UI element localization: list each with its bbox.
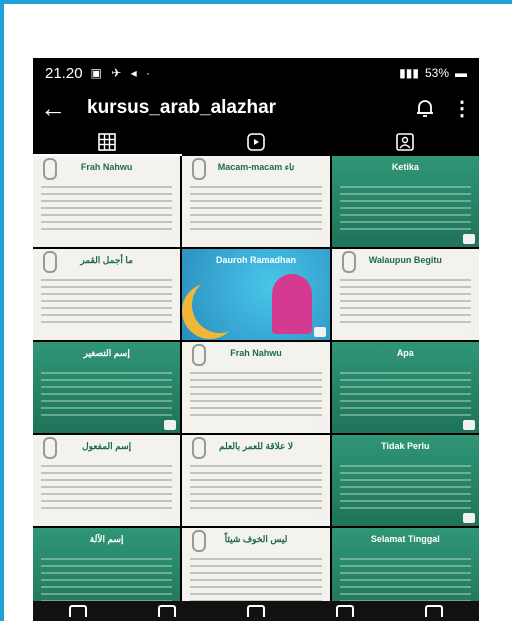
post-grid: Frah Nahwu Macam-macam تاء Ketika ما أجمل ا… [33,156,479,619]
back-arrow-icon[interactable]: ← [33,93,73,124]
post-title: Frah Nahwu [230,348,282,358]
reels-nav-icon[interactable] [246,605,265,617]
notification-icons: ▣ ✈ ◂ · [90,66,153,80]
post-thumbnail[interactable]: لا علاقة للعمر بالعلم [182,435,330,526]
post-text-block [41,372,173,421]
post-title: Selamat Tinggal [370,534,440,544]
home-icon[interactable] [68,605,87,617]
brand-logo-icon [462,420,475,430]
post-title: إسم المفعول [82,441,132,451]
post-title: إسم التصغير [83,348,130,358]
post-text-block [41,465,173,514]
post-title: Dauroh Ramadhan [215,255,296,265]
grid-icon [98,133,117,151]
post-title: Apa [396,348,414,358]
brand-logo-icon [462,513,475,523]
post-text-block [339,279,471,328]
post-text-block [190,465,322,514]
post-thumbnail[interactable]: Dauroh Ramadhan [182,249,330,340]
post-text-block [339,558,471,607]
brand-logo-icon [313,234,326,244]
brand-logo-icon [313,513,326,523]
profile-username: kursus_arab_alazhar [87,97,277,118]
post-text-block [190,372,322,421]
tab-posts-grid[interactable] [33,128,182,156]
post-title: إسم الآلة [89,534,124,544]
post-text-block [190,558,322,607]
post-thumbnail[interactable]: Frah Nahwu [182,342,330,433]
post-title: لا علاقة للعمر بالعلم [218,441,294,451]
post-thumbnail[interactable]: Ketika [331,156,479,247]
crescent-moon-image [192,277,248,333]
brand-logo-icon [164,513,177,523]
brand-logo-icon [313,420,326,430]
brand-logo-icon [462,327,475,337]
profile-tabs [33,128,479,156]
notification-bell-icon[interactable] [405,98,445,118]
post-thumbnail[interactable]: ما أجمل القمر [33,249,181,340]
signal-icon: ▮▮▮ [399,66,419,80]
tab-reels[interactable] [182,128,331,156]
post-title: ليس الخوف شيئاً [224,534,288,544]
profile-header: ← kursus_arab_alazhar ⋮ [33,88,479,128]
profile-icon[interactable] [425,605,444,617]
post-thumbnail[interactable]: Frah Nahwu [33,156,181,247]
post-title: Walaupun Begitu [368,255,442,265]
post-thumbnail[interactable]: Apa [331,342,479,433]
brand-logo-icon [164,234,177,244]
post-thumbnail[interactable]: Tidak Perlu [331,435,479,526]
post-title: Ketika [391,162,419,172]
brand-logo-icon [164,327,177,337]
post-thumbnail[interactable]: إسم التصغير [33,342,181,433]
post-thumbnail[interactable]: Macam-macam تاء [182,156,330,247]
status-time: 21.20 [45,64,83,82]
brand-logo-icon [164,420,177,430]
brand-logo-icon [313,327,326,337]
post-text-block [41,186,173,235]
post-text-block [190,186,322,235]
battery-level: 53% [424,66,449,80]
search-icon[interactable] [157,605,176,617]
post-title: Macam-macam تاء [217,162,295,172]
post-title: Frah Nahwu [80,162,133,172]
post-title: Tidak Perlu [381,441,430,451]
post-text-block [339,186,471,235]
post-text-block [339,465,471,514]
reels-icon [247,133,265,151]
post-text-block [41,558,173,607]
post-thumbnail[interactable]: Walaupun Begitu [331,249,479,340]
more-options-icon[interactable]: ⋮ [445,96,479,121]
system-icons: ▮▮▮ 53% ▬ [399,66,467,80]
status-bar: 21.20 ▣ ✈ ◂ · ▮▮▮ 53% ▬ [33,58,479,88]
tagged-icon [395,133,414,151]
battery-icon: ▬ [455,66,467,80]
post-title: ما أجمل القمر [80,255,133,265]
post-text-block [41,279,173,328]
brand-logo-icon [462,234,475,244]
post-text-block [339,372,471,421]
person-image [271,274,312,334]
shop-icon[interactable] [336,605,355,617]
post-thumbnail[interactable]: إسم المفعول [33,435,181,526]
bottom-nav [33,601,479,621]
phone-screen: 21.20 ▣ ✈ ◂ · ▮▮▮ 53% ▬ ← kursus_arab_al… [33,58,479,621]
tab-tagged[interactable] [330,128,479,156]
